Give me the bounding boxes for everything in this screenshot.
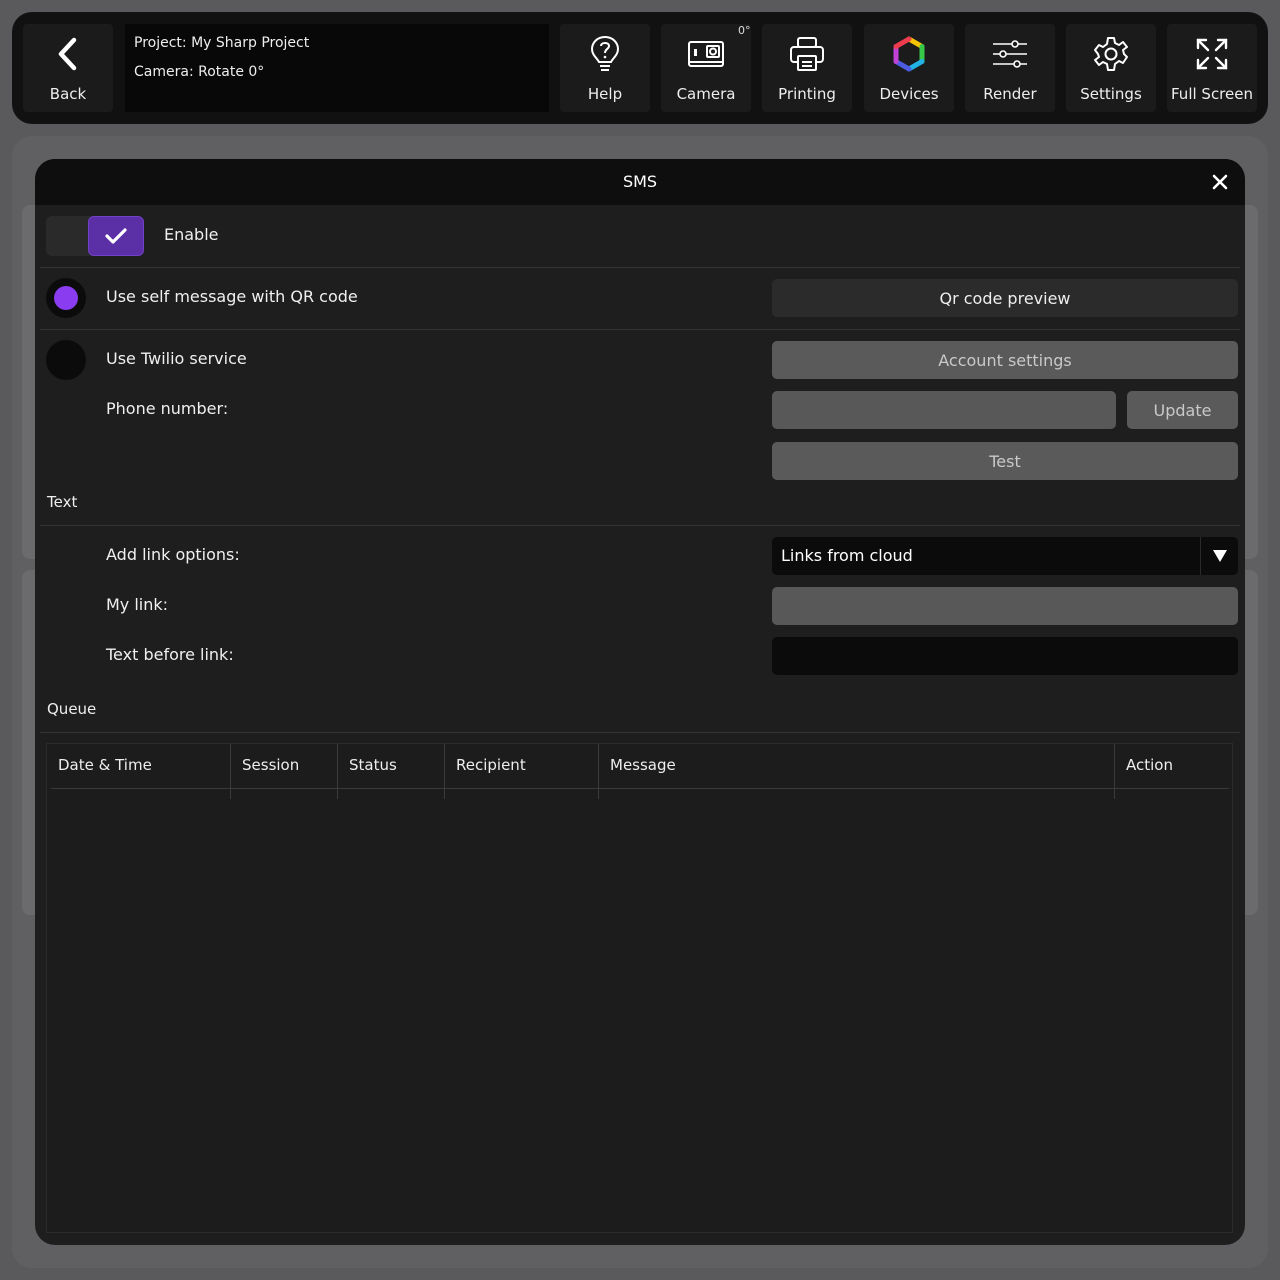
column-header-action[interactable]: Action bbox=[1114, 744, 1232, 799]
back-label: Back bbox=[49, 85, 87, 103]
column-header-date-time[interactable]: Date & Time bbox=[47, 744, 231, 799]
sliders-icon bbox=[988, 32, 1032, 76]
select-value: Links from cloud bbox=[781, 546, 913, 565]
toggle-knob bbox=[88, 216, 144, 256]
text-before-link-label: Text before link: bbox=[106, 645, 234, 664]
divider bbox=[40, 525, 1240, 526]
fullscreen-label: Full Screen bbox=[1171, 85, 1253, 103]
phone-number-input[interactable] bbox=[772, 391, 1116, 429]
settings-button[interactable]: Settings bbox=[1066, 24, 1156, 112]
printer-icon bbox=[785, 32, 829, 76]
camera-icon bbox=[684, 32, 728, 76]
back-button[interactable]: Back bbox=[23, 24, 113, 112]
top-toolbar: Back Project: My Sharp Project Camera: R… bbox=[12, 12, 1268, 124]
column-header-session[interactable]: Session bbox=[230, 744, 337, 799]
account-settings-button[interactable]: Account settings bbox=[772, 341, 1238, 379]
lightbulb-question-icon bbox=[583, 32, 627, 76]
divider bbox=[40, 267, 1240, 268]
rotation-badge: 0° bbox=[738, 24, 751, 37]
gear-icon bbox=[1089, 32, 1133, 76]
checkmark-icon bbox=[105, 228, 127, 244]
test-button[interactable]: Test bbox=[772, 442, 1238, 480]
help-button[interactable]: Help bbox=[560, 24, 650, 112]
link-options-select[interactable]: Links from cloud bbox=[772, 537, 1238, 575]
help-label: Help bbox=[587, 85, 623, 103]
option-twilio-label: Use Twilio service bbox=[106, 349, 247, 368]
radio-qr-message[interactable] bbox=[46, 278, 86, 318]
enable-toggle[interactable] bbox=[46, 216, 144, 256]
settings-label: Settings bbox=[1080, 85, 1142, 103]
column-header-recipient[interactable]: Recipient bbox=[444, 744, 598, 799]
text-section-heading: Text bbox=[47, 493, 78, 511]
radio-twilio[interactable] bbox=[46, 340, 86, 380]
fullscreen-button[interactable]: Full Screen bbox=[1167, 24, 1257, 112]
project-info: Project: My Sharp Project Camera: Rotate… bbox=[125, 24, 549, 112]
table-header-divider bbox=[51, 788, 1229, 789]
option-qr-label: Use self message with QR code bbox=[106, 287, 358, 306]
queue-table: Date & Time Session Status Recipient Mes… bbox=[46, 743, 1233, 1233]
text-before-link-input[interactable] bbox=[772, 637, 1238, 675]
column-header-status[interactable]: Status bbox=[337, 744, 444, 799]
camera-rotation: Camera: Rotate 0° bbox=[134, 64, 265, 80]
column-header-message[interactable]: Message bbox=[598, 744, 1114, 799]
render-button[interactable]: Render bbox=[965, 24, 1055, 112]
printing-label: Printing bbox=[778, 85, 836, 103]
divider bbox=[40, 329, 1240, 330]
printing-button[interactable]: Printing bbox=[762, 24, 852, 112]
project-name: Project: My Sharp Project bbox=[134, 35, 310, 51]
enable-label: Enable bbox=[164, 225, 219, 244]
queue-section-heading: Queue bbox=[47, 700, 97, 718]
divider bbox=[40, 732, 1240, 733]
expand-icon bbox=[1190, 32, 1234, 76]
add-link-label: Add link options: bbox=[106, 545, 240, 564]
close-icon bbox=[1212, 174, 1228, 190]
qr-preview-button[interactable]: Qr code preview bbox=[772, 279, 1238, 317]
devices-hexagon-icon bbox=[887, 32, 931, 76]
close-button[interactable] bbox=[1209, 171, 1231, 193]
chevron-left-icon bbox=[46, 32, 90, 76]
render-label: Render bbox=[983, 85, 1037, 103]
sms-dialog: SMS Enable Use self message with QR code… bbox=[35, 159, 1245, 1245]
update-button[interactable]: Update bbox=[1127, 391, 1238, 429]
radio-selected-dot bbox=[54, 286, 78, 310]
dialog-title: SMS bbox=[622, 172, 658, 191]
phone-number-label: Phone number: bbox=[106, 399, 229, 418]
dropdown-arrow-icon bbox=[1200, 537, 1238, 575]
dialog-header: SMS bbox=[35, 159, 1245, 205]
camera-label: Camera bbox=[676, 85, 736, 103]
devices-label: Devices bbox=[879, 85, 939, 103]
my-link-input[interactable] bbox=[772, 587, 1238, 625]
my-link-label: My link: bbox=[106, 595, 169, 614]
camera-button[interactable]: Camera bbox=[661, 24, 751, 112]
devices-button[interactable]: Devices bbox=[864, 24, 954, 112]
